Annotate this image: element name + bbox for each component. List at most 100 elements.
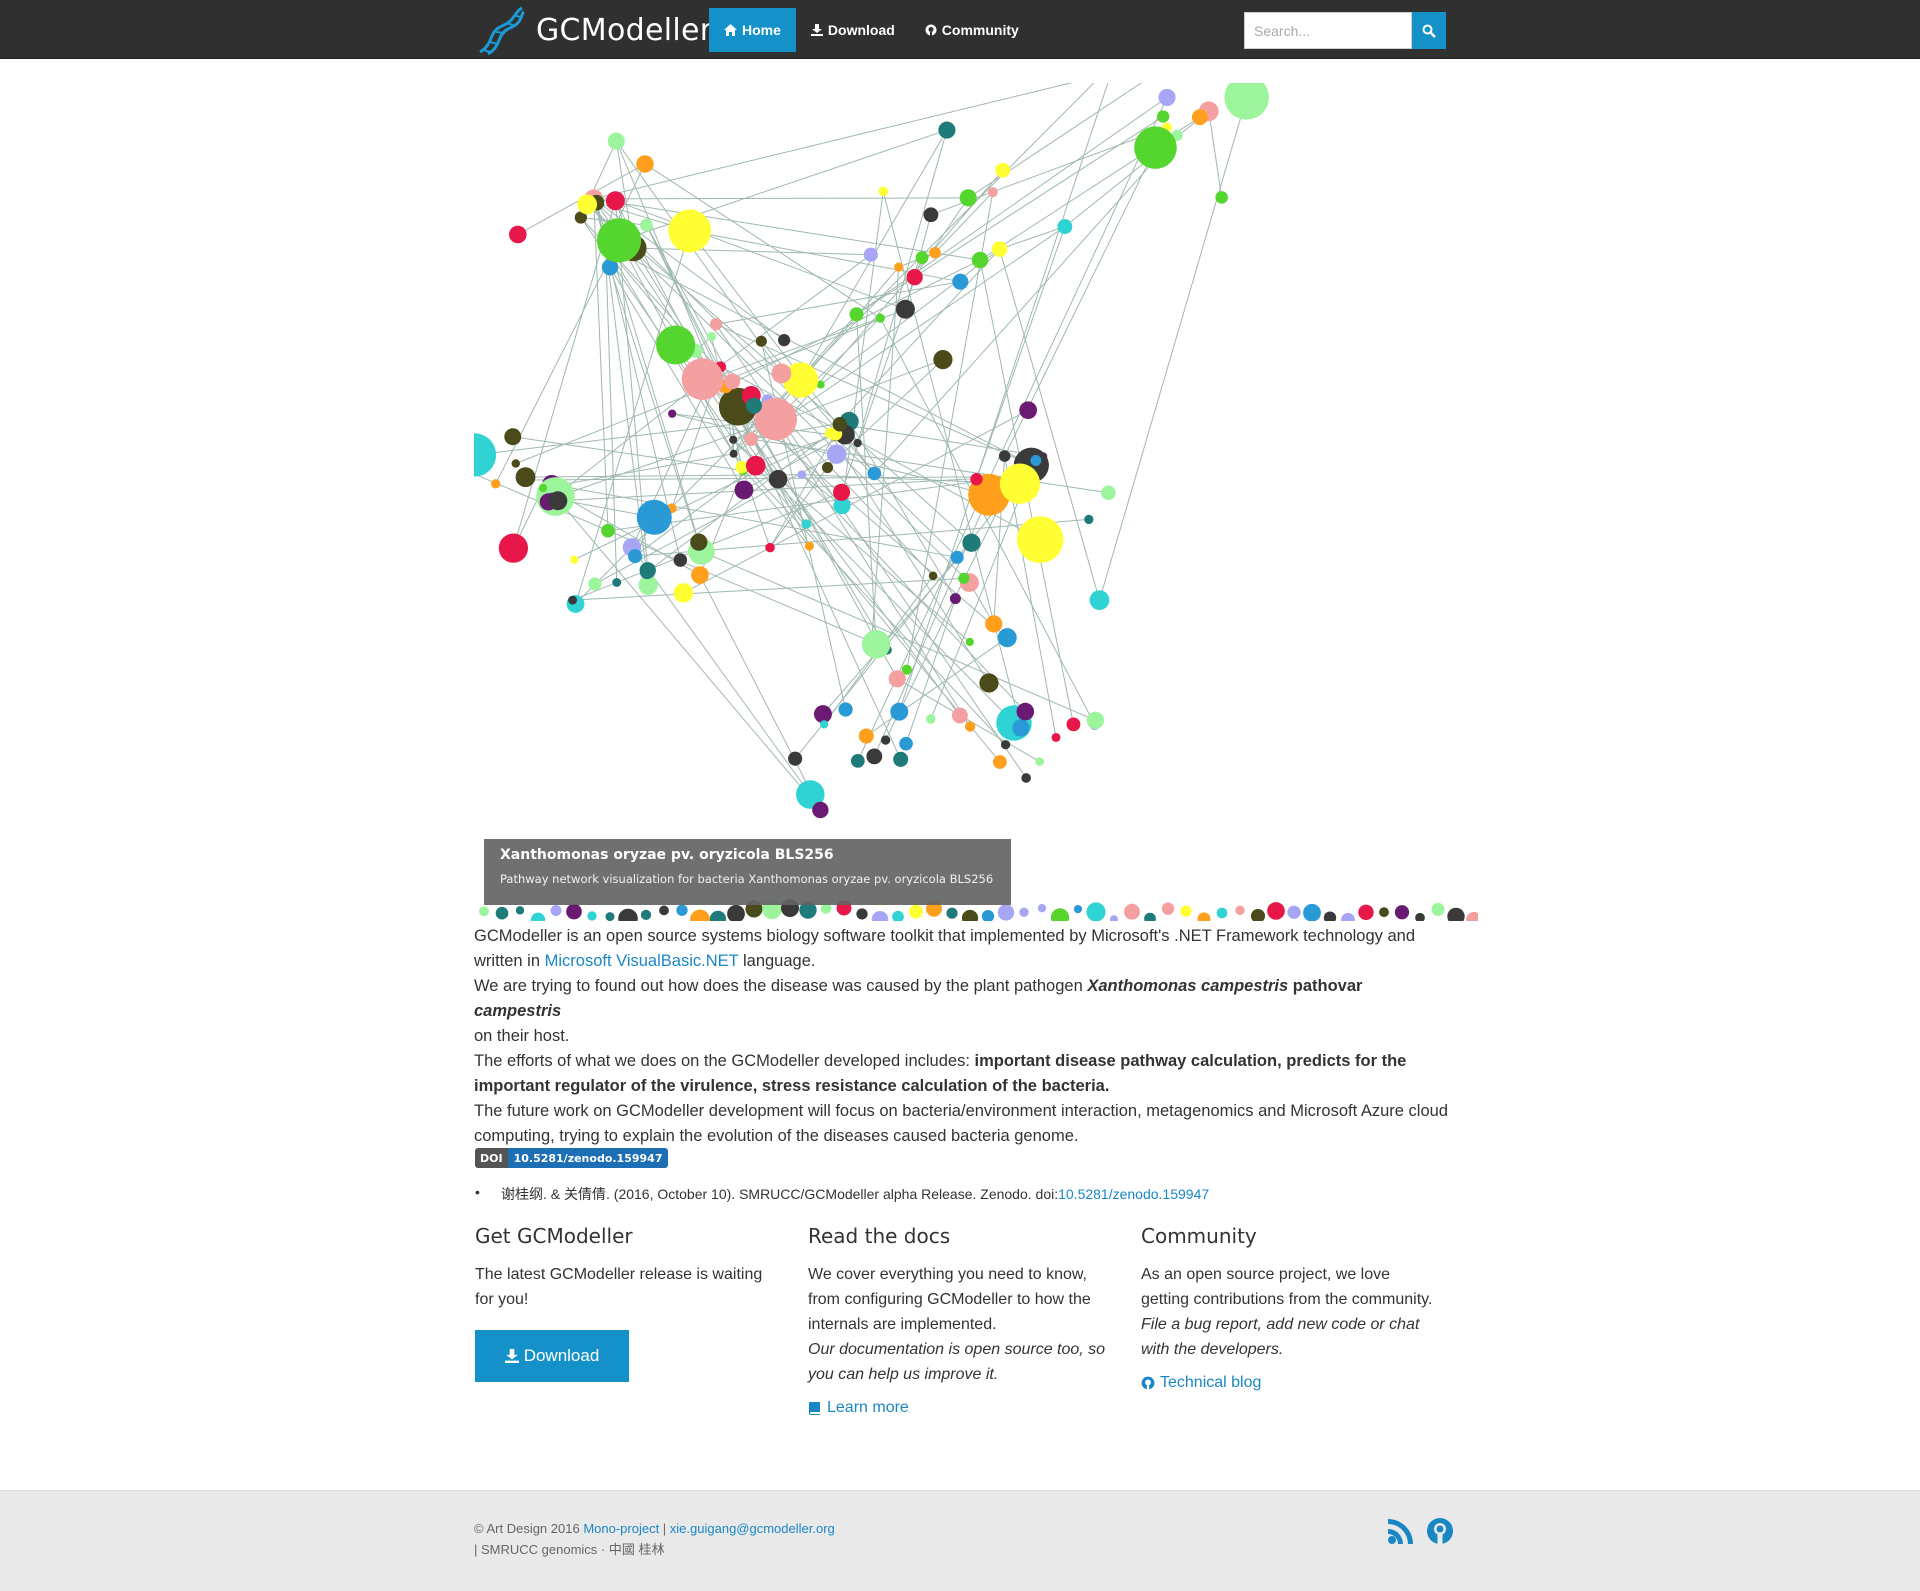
network-node <box>998 450 1011 462</box>
network-node <box>1019 907 1029 917</box>
github-icon[interactable] <box>1426 1517 1454 1550</box>
network-node <box>938 121 956 139</box>
network-node <box>1466 911 1478 921</box>
network-node <box>894 262 904 272</box>
network-node <box>596 218 642 263</box>
network-node <box>929 246 941 259</box>
network-edge <box>715 281 961 325</box>
network-node <box>1089 590 1110 610</box>
network-node <box>1197 912 1211 921</box>
network-node <box>690 533 708 551</box>
network-node <box>875 313 885 323</box>
network-node <box>812 801 829 819</box>
search-input[interactable] <box>1244 12 1412 49</box>
network-node <box>895 299 915 319</box>
doi-badge[interactable]: DOI 10.5281/zenodo.159947 <box>475 1148 669 1168</box>
network-node <box>768 469 788 489</box>
network-node <box>991 241 1008 257</box>
network-node <box>992 755 1007 769</box>
intro-paragraph-3: The efforts of what we does on the GCMod… <box>474 1049 1454 1099</box>
network-node <box>1084 514 1094 525</box>
network-node <box>826 444 847 464</box>
footer-text: © Art Design 2016 Mono-project | xie.gui… <box>474 1518 835 1560</box>
network-node <box>958 572 970 584</box>
network-edge <box>615 200 906 310</box>
network-node <box>1073 904 1083 914</box>
network-node <box>1086 902 1106 921</box>
intro-p1-end: language. <box>738 952 816 970</box>
network-node <box>515 467 536 488</box>
network-node <box>709 318 723 331</box>
network-node <box>745 397 763 414</box>
mono-project-link[interactable]: Mono-project <box>583 1521 659 1536</box>
network-node <box>871 910 889 921</box>
search-button[interactable] <box>1412 12 1446 49</box>
network-node <box>1086 711 1105 729</box>
rss-icon[interactable] <box>1387 1517 1415 1550</box>
network-node <box>949 593 961 605</box>
network-node <box>878 186 889 197</box>
footer-separator: | <box>659 1521 670 1536</box>
network-edge <box>898 83 1109 712</box>
network-node <box>997 628 1017 648</box>
network-edge <box>914 197 969 278</box>
footer: © Art Design 2016 Mono-project | xie.gui… <box>0 1490 1920 1591</box>
network-node <box>950 550 964 564</box>
network-node <box>1215 191 1228 204</box>
intro-paragraph-4: The future work on GCModeller developmen… <box>474 1102 1448 1145</box>
network-node <box>605 912 615 921</box>
book-icon <box>809 1402 820 1415</box>
network-node <box>498 533 529 563</box>
network-node <box>1019 401 1038 420</box>
network-node <box>880 735 891 745</box>
network-node <box>1180 905 1192 917</box>
network-node <box>1016 516 1064 563</box>
citation-item: • 谢桂纲. & 关倩倩. (2016, October 10). SMRUCC… <box>475 1184 1209 1204</box>
brand[interactable]: GCModeller <box>474 3 712 57</box>
network-node <box>639 562 656 579</box>
section-title: Read the docs <box>808 1224 951 1248</box>
network-node <box>548 491 568 511</box>
nav-community[interactable]: Community <box>910 8 1034 52</box>
vbnet-link[interactable]: Microsoft VisualBasic.NET <box>545 952 739 970</box>
download-button[interactable]: Download <box>475 1330 629 1382</box>
github-icon <box>1141 1376 1155 1390</box>
network-node <box>690 909 710 921</box>
network-node <box>601 523 615 538</box>
network-node <box>729 449 738 458</box>
section-emphasis: Our documentation is open source too, so… <box>808 1341 1106 1383</box>
network-node <box>1037 903 1047 913</box>
network-node <box>1394 905 1410 920</box>
network-node <box>1021 773 1031 783</box>
network-node <box>640 909 652 920</box>
email-link[interactable]: xie.guigang@gcmodeller.org <box>670 1521 835 1536</box>
intro-paragraph-1: GCModeller is an open source systems bio… <box>474 924 1454 974</box>
nav-home[interactable]: Home <box>709 8 796 52</box>
nav-download[interactable]: Download <box>796 8 910 52</box>
network-node <box>1358 904 1374 921</box>
network-node <box>1158 88 1176 106</box>
read-the-docs-section: Read the docs We cover everything you ne… <box>808 1224 1108 1420</box>
network-node <box>1124 903 1140 920</box>
network-node <box>618 908 638 921</box>
citation-doi-link[interactable]: 10.5281/zenodo.159947 <box>1058 1186 1209 1202</box>
network-edge <box>699 574 821 811</box>
network-node <box>1224 83 1269 120</box>
network-node <box>850 753 865 768</box>
network-node <box>1057 219 1073 235</box>
network-node <box>1341 912 1355 921</box>
network-node <box>1235 905 1245 915</box>
network-edge <box>556 453 734 487</box>
network-edge <box>702 254 872 380</box>
network-node <box>479 906 489 917</box>
network-node <box>727 904 745 921</box>
citation-text: 谢桂纲. & 关倩倩. (2016, October 10). SMRUCC/G… <box>501 1186 1059 1202</box>
network-node <box>1030 455 1042 466</box>
footer-location: | SMRUCC genomics · 中國 桂林 <box>474 1542 665 1557</box>
network-node <box>951 707 968 724</box>
technical-blog-link[interactable]: Technical blog <box>1141 1374 1261 1392</box>
learn-more-link[interactable]: Learn more <box>808 1399 909 1417</box>
search-icon <box>1422 24 1436 38</box>
network-node <box>961 909 979 921</box>
network-node <box>1191 109 1208 126</box>
